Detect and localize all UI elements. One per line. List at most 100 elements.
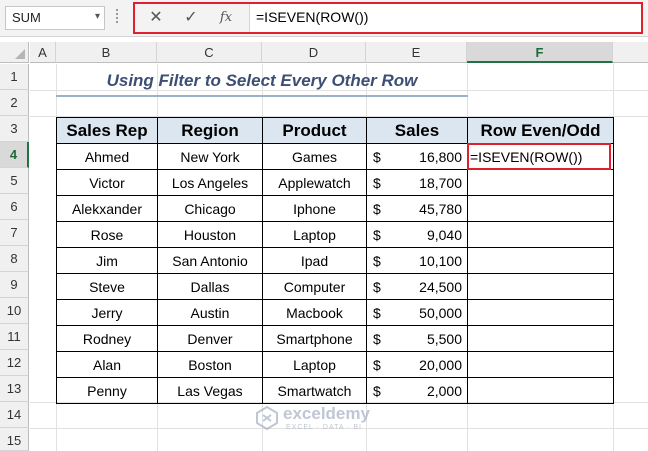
formula-bar-highlight: ✕ ✓ fx =ISEVEN(ROW()) (133, 2, 643, 34)
cell-row-even-odd[interactable] (467, 299, 614, 326)
header-sales[interactable]: Sales (366, 117, 468, 144)
insert-function-icon[interactable]: fx (215, 8, 237, 28)
cell-region[interactable]: Boston (157, 351, 263, 378)
row-header-3[interactable]: 3 (0, 116, 29, 142)
header-product[interactable]: Product (262, 117, 367, 144)
row-header-9[interactable]: 9 (0, 272, 29, 298)
column-header-e[interactable]: E (366, 42, 467, 63)
watermark-tagline: EXCEL · DATA · BI (286, 424, 362, 431)
name-box-value: SUM (12, 10, 41, 25)
cancel-icon[interactable]: ✕ (145, 8, 167, 28)
column-header-d[interactable]: D (262, 42, 366, 63)
table-row: Penny Las Vegas Smartwatch $2,000 (56, 377, 614, 404)
cell-product[interactable]: Smartwatch (262, 377, 367, 404)
cell-sales-rep[interactable]: Alan (56, 351, 158, 378)
exceldemy-logo-icon (256, 406, 278, 430)
cell-row-even-odd[interactable] (467, 221, 614, 248)
cell-region[interactable]: Las Vegas (157, 377, 263, 404)
cell-row-even-odd[interactable] (467, 377, 614, 404)
cell-region[interactable]: New York (157, 143, 263, 170)
cell-sales-rep[interactable]: Penny (56, 377, 158, 404)
cell-region[interactable]: San Antonio (157, 247, 263, 274)
row-header-14[interactable]: 14 (0, 402, 29, 428)
sales-amount: 2,000 (426, 383, 462, 399)
cell-region[interactable]: Houston (157, 221, 263, 248)
sales-amount: 24,500 (419, 279, 462, 295)
cell-sales[interactable]: $24,500 (366, 273, 468, 300)
row-header-11[interactable]: 11 (0, 324, 29, 350)
cell-sales-rep[interactable]: Rodney (56, 325, 158, 352)
cell-product[interactable]: Iphone (262, 195, 367, 222)
cell-row-even-odd[interactable] (467, 247, 614, 274)
column-header-b[interactable]: B (56, 42, 157, 63)
row-header-8[interactable]: 8 (0, 246, 29, 272)
cell-region[interactable]: Dallas (157, 273, 263, 300)
row-header-12[interactable]: 12 (0, 350, 29, 376)
cell-product[interactable]: Macbook (262, 299, 367, 326)
cell-sales[interactable]: $5,500 (366, 325, 468, 352)
row-header-5[interactable]: 5 (0, 168, 29, 194)
table-row: Alan Boston Laptop $20,000 (56, 351, 614, 378)
cell-product[interactable]: Applewatch (262, 169, 367, 196)
cell-product[interactable]: Ipad (262, 247, 367, 274)
cell-sales[interactable]: $20,000 (366, 351, 468, 378)
cell-product[interactable]: Smartphone (262, 325, 367, 352)
cell-sales[interactable]: $50,000 (366, 299, 468, 326)
formula-input[interactable]: =ISEVEN(ROW()) (249, 4, 641, 32)
cell-sales[interactable]: $9,040 (366, 221, 468, 248)
cell-sales-rep[interactable]: Victor (56, 169, 158, 196)
column-header-a[interactable]: A (30, 42, 56, 63)
sales-table: Sales Rep Region Product Sales Row Even/… (56, 117, 614, 404)
column-header-c[interactable]: C (157, 42, 262, 63)
formula-bar: SUM ▾ ✕ ✓ fx =ISEVEN(ROW()) (0, 0, 648, 37)
cell-sales[interactable]: $10,100 (366, 247, 468, 274)
row-header-7[interactable]: 7 (0, 220, 29, 246)
cell-sales-rep[interactable]: Jerry (56, 299, 158, 326)
cell-product[interactable]: Computer (262, 273, 367, 300)
watermark-name: exceldemy (283, 404, 370, 423)
cell-product[interactable]: Laptop (262, 221, 367, 248)
enter-icon[interactable]: ✓ (180, 8, 202, 28)
cell-region[interactable]: Austin (157, 299, 263, 326)
cell-product[interactable]: Games (262, 143, 367, 170)
cell-sales[interactable]: $16,800 (366, 143, 468, 170)
cell-sales[interactable]: $18,700 (366, 169, 468, 196)
cell-row-even-odd[interactable] (467, 325, 614, 352)
cell-sales-rep[interactable]: Ahmed (56, 143, 158, 170)
row-header-10[interactable]: 10 (0, 298, 29, 324)
currency-symbol: $ (373, 227, 381, 243)
row-header-13[interactable]: 13 (0, 376, 29, 402)
header-row-even-odd[interactable]: Row Even/Odd (467, 117, 614, 144)
row-header-2[interactable]: 2 (0, 90, 29, 116)
sales-amount: 20,000 (419, 357, 462, 373)
header-sales-rep[interactable]: Sales Rep (56, 117, 158, 144)
cell-sales[interactable]: $2,000 (366, 377, 468, 404)
cell-row-even-odd[interactable] (467, 351, 614, 378)
header-region[interactable]: Region (157, 117, 263, 144)
cell-sales-rep[interactable]: Rose (56, 221, 158, 248)
row-header-6[interactable]: 6 (0, 194, 29, 220)
row-header-4[interactable]: 4 (0, 142, 29, 168)
column-header-f[interactable]: F (467, 42, 613, 63)
cell-row-even-odd[interactable] (467, 195, 614, 222)
row-header-15[interactable]: 15 (0, 428, 29, 451)
cell-row-even-odd[interactable] (467, 273, 614, 300)
cell-row-even-odd-active[interactable]: =ISEVEN(ROW()) (467, 143, 614, 170)
cell-region[interactable]: Chicago (157, 195, 263, 222)
cell-sales-rep[interactable]: Alekxander (56, 195, 158, 222)
select-all-button[interactable] (0, 42, 29, 63)
cell-sales-rep[interactable]: Jim (56, 247, 158, 274)
sales-amount: 5,500 (426, 331, 462, 347)
cell-sales[interactable]: $45,780 (366, 195, 468, 222)
cell-sales-rep[interactable]: Steve (56, 273, 158, 300)
cell-product[interactable]: Laptop (262, 351, 367, 378)
row-header-1[interactable]: 1 (0, 64, 29, 90)
drag-handle[interactable] (115, 9, 119, 27)
column-header-g[interactable] (613, 42, 648, 63)
cell-region[interactable]: Los Angeles (157, 169, 263, 196)
cell-region[interactable]: Denver (157, 325, 263, 352)
name-box[interactable]: SUM ▾ (5, 6, 105, 30)
chevron-down-icon[interactable]: ▾ (95, 11, 100, 22)
cell-row-even-odd[interactable] (467, 169, 614, 196)
sales-amount: 50,000 (419, 305, 462, 321)
